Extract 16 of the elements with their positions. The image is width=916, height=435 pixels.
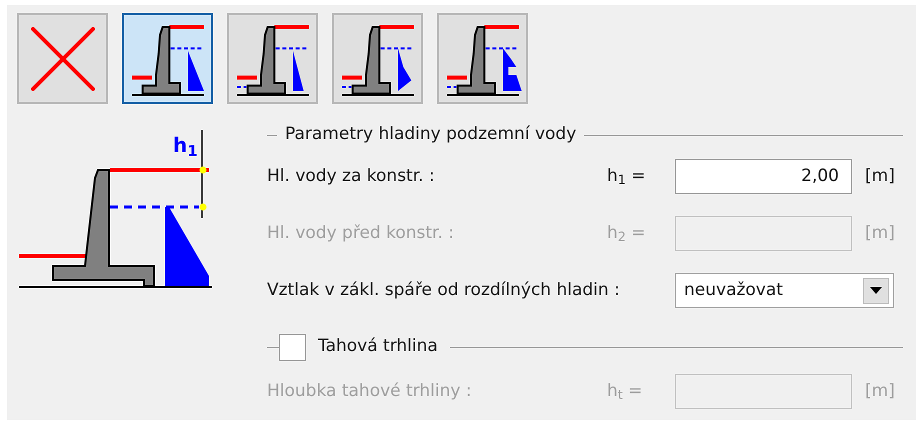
symbol-label: h$_{2}$ = [607,222,647,246]
symbol-label: h$_{t}$ = [607,380,644,404]
field-label: Vztlak v zákl. spáře od rozdílných hladin : [267,278,621,302]
symbol-label: h$_{1}$ = [607,164,647,190]
checkbox-label: Tahová trhlina [317,335,439,358]
unit-label: [m] [865,380,895,403]
unit-label: [m] [865,164,895,188]
section-title: Parametry hladiny podzemní vody [284,123,578,146]
field-label: Hloubka tahové trhliny : [267,380,473,403]
dropdown[interactable]: neuvažovat [675,273,894,308]
height-label: h$_{1}$ [173,132,198,160]
field-label: Hl. vody před konstr. : [267,222,455,245]
dropdown-value: neuvažovat [684,278,784,302]
field-label: Hl. vody za konstr. : [267,164,436,188]
input-field[interactable]: 2,00 [675,159,852,194]
unit-label: [m] [865,222,895,245]
